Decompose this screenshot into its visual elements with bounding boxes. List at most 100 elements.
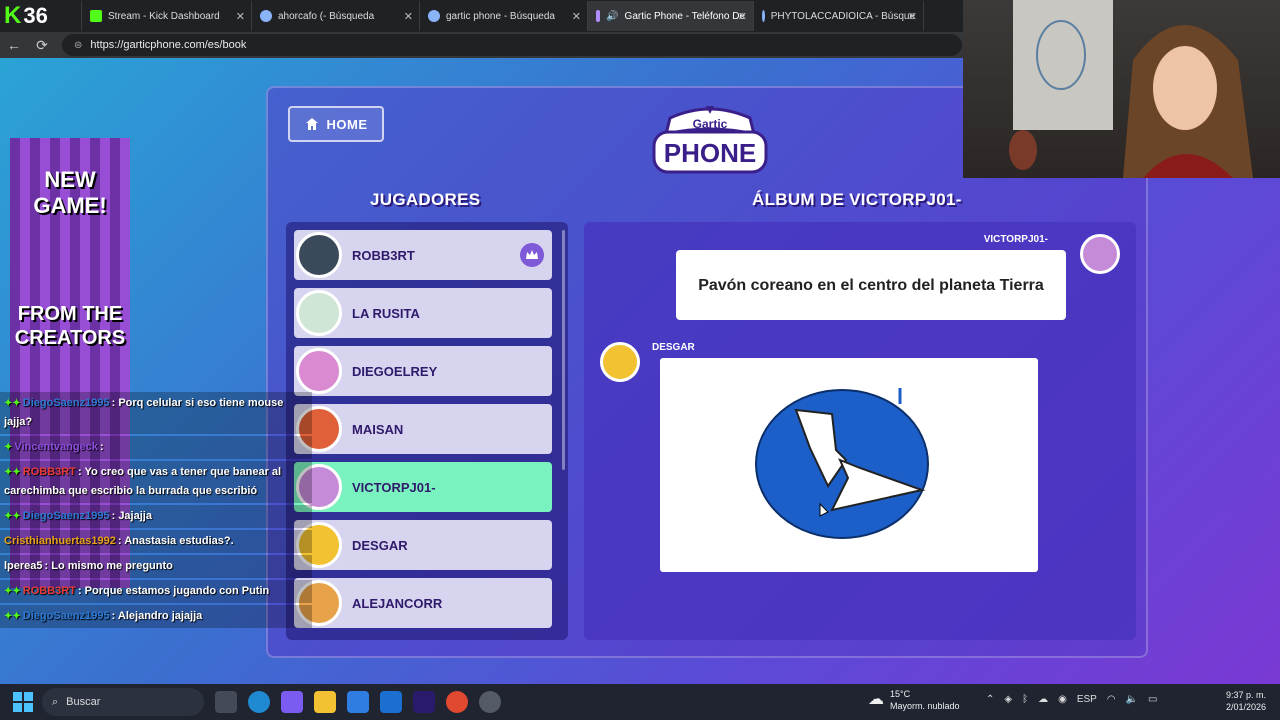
weather-desc: Mayorm. nublado — [890, 701, 960, 711]
tab-search-phytolacca[interactable]: PHYTOLACCADIOICA - Búsque ✕ — [754, 1, 924, 31]
player-name: MAISAN — [352, 421, 404, 437]
ad-line1: NEW — [44, 167, 96, 192]
windows-start-icon[interactable] — [12, 691, 34, 713]
chat-user: Vincentvangeck — [14, 441, 98, 453]
player-name: DESGAR — [352, 537, 408, 553]
tab-search-gartic[interactable]: gartic phone - Búsqueda ✕ — [420, 1, 588, 31]
webcam-image — [1009, 0, 1253, 178]
player-desgar[interactable]: DESGAR — [294, 520, 552, 570]
kick-icon: K — [4, 2, 22, 29]
chat-text: : Jajajja — [111, 510, 152, 522]
album-title: ÁLBUM DE VICTORPJ01- — [752, 190, 962, 209]
onedrive-icon[interactable]: ☁ — [1038, 694, 1048, 705]
logo-top-text: Gartic — [693, 117, 728, 131]
players-scrollbar[interactable] — [562, 230, 565, 470]
speaker-icon[interactable]: 🔊 — [606, 11, 618, 22]
outlook-icon[interactable] — [380, 691, 402, 713]
search-tab-icon — [762, 10, 765, 22]
edge-icon[interactable] — [248, 691, 270, 713]
avatar — [296, 232, 342, 278]
player-name: DIEGOELREY — [352, 363, 438, 379]
chat-text: : — [99, 441, 104, 453]
tab-search-ahorcafo[interactable]: ahorcafo (- Búsqueda ✕ — [252, 1, 420, 31]
drawing-image — [755, 388, 929, 539]
close-icon[interactable]: ✕ — [404, 10, 413, 23]
url-text: https://garticphone.com/es/book — [90, 39, 247, 51]
store-icon[interactable] — [347, 691, 369, 713]
tab-gartic-phone[interactable]: 🔊 Gartic Phone - Teléfono De ✕ — [588, 1, 754, 31]
player-name: VICTORPJ01- — [352, 479, 436, 495]
prompt-text: Pavón coreano en el centro del planeta T… — [698, 276, 1044, 294]
player-victorpj01[interactable]: VICTORPJ01- — [294, 462, 552, 512]
chat-user: lperea5 — [4, 560, 43, 572]
copilot-icon[interactable] — [281, 691, 303, 713]
lang-indicator[interactable]: ESP — [1077, 694, 1097, 705]
stream-chat: ✦✦ DiegoSaenz1995: Porq celular si eso ti… — [0, 392, 312, 630]
task-view-icon[interactable] — [215, 691, 237, 713]
url-field[interactable]: ⊜ https://garticphone.com/es/book — [62, 34, 962, 56]
close-icon[interactable]: ✕ — [572, 10, 581, 23]
player-la-rusita[interactable]: LA RUSITA — [294, 288, 552, 338]
pinned-tab[interactable] — [62, 1, 82, 31]
chat-user: DiegoSaenz1995 — [22, 397, 110, 409]
player-alejancorr[interactable]: ALEJANCORR — [294, 578, 552, 628]
chrome-icon[interactable] — [446, 691, 468, 713]
close-icon[interactable]: ✕ — [738, 10, 747, 23]
chat-text: : Anastasia estudias?. — [117, 535, 234, 547]
player-diegoelrey[interactable]: DIEGOELREY — [294, 346, 552, 396]
weather-widget[interactable]: ☁ 15°C Mayorm. nublado — [868, 688, 960, 712]
chat-message: ✦✦ ROBB3RT: Yo creo que vas a tener que b… — [0, 461, 312, 503]
search-tab-icon — [428, 10, 440, 22]
prompt-author: VICTORPJ01- — [983, 234, 1048, 245]
clock[interactable]: 9:37 p. m. 2/01/2026 — [1226, 689, 1266, 713]
ad-line4: CREATORS — [14, 327, 126, 349]
album-view: VICTORPJ01- Pavón coreano en el centro d… — [584, 222, 1136, 640]
chat-message: ✦ Vincentvangeck: — [0, 436, 312, 459]
premiere-icon[interactable] — [413, 691, 435, 713]
player-maisan[interactable]: MAISAN — [294, 404, 552, 454]
chat-message: ✦✦ DiegoSaenz1995: Alejandro jajajja — [0, 605, 312, 628]
players-list: ROBB3RT LA RUSITA DIEGOELREY MAISAN VICT… — [286, 222, 568, 640]
tab-label: ahorcafo (- Búsqueda — [278, 10, 375, 22]
wifi-icon[interactable]: ◠ — [1107, 694, 1116, 705]
chat-message: ✦✦ ROBB3RT: Porque estamos jugando con Pu… — [0, 580, 312, 603]
site-info-icon[interactable]: ⊜ — [74, 40, 82, 51]
reload-icon[interactable]: ⟳ — [28, 37, 56, 54]
taskbar-search[interactable]: ⌕ Buscar — [42, 688, 204, 716]
close-icon[interactable]: ✕ — [908, 10, 917, 23]
battery-icon[interactable]: ▭ — [1148, 694, 1157, 705]
chat-user: DiegoSaenz1995 — [22, 510, 110, 522]
player-name: ALEJANCORR — [352, 595, 443, 611]
drawing-author-avatar — [600, 342, 640, 382]
shield-icon[interactable]: ◈ — [1004, 694, 1012, 705]
bluetooth-icon[interactable]: ᛒ — [1022, 694, 1028, 705]
chevron-up-icon[interactable]: ⌃ — [986, 694, 994, 705]
obs-icon[interactable] — [479, 691, 501, 713]
close-icon[interactable]: ✕ — [236, 10, 245, 23]
clock-time: 9:37 p. m. — [1225, 690, 1266, 700]
search-label: Buscar — [66, 696, 101, 708]
back-arrow-icon[interactable]: ← — [0, 37, 28, 53]
search-icon: ⌕ — [52, 695, 59, 708]
tab-label: Gartic Phone - Teléfono De — [624, 10, 745, 22]
tab-label: Stream - Kick Dashboard — [108, 10, 220, 22]
cloud-icon: ☁ — [868, 691, 884, 708]
avatar — [296, 348, 342, 394]
home-icon — [305, 118, 318, 130]
avatar — [296, 290, 342, 336]
kick-tab-icon — [90, 10, 102, 22]
player-robb3rt[interactable]: ROBB3RT — [294, 230, 552, 280]
tab-kick-dashboard[interactable]: Stream - Kick Dashboard ✕ — [82, 1, 252, 31]
gartic-tab-icon — [596, 10, 601, 22]
home-button[interactable]: HOME — [288, 106, 384, 142]
ad-line3: FROM THE — [17, 303, 123, 325]
chat-user: ROBB3RT — [22, 466, 76, 478]
kick-viewer-badge: K 36 — [0, 0, 62, 32]
file-explorer-icon[interactable] — [314, 691, 336, 713]
search-tab-icon — [260, 10, 272, 22]
viewer-count: 36 — [23, 3, 48, 28]
volume-icon[interactable]: 🔈 — [1126, 694, 1138, 705]
chat-user: Cristhianhuertas1992 — [4, 535, 116, 547]
weather-temp: 15°C — [890, 689, 911, 699]
meet-icon[interactable]: ◉ — [1058, 694, 1067, 705]
